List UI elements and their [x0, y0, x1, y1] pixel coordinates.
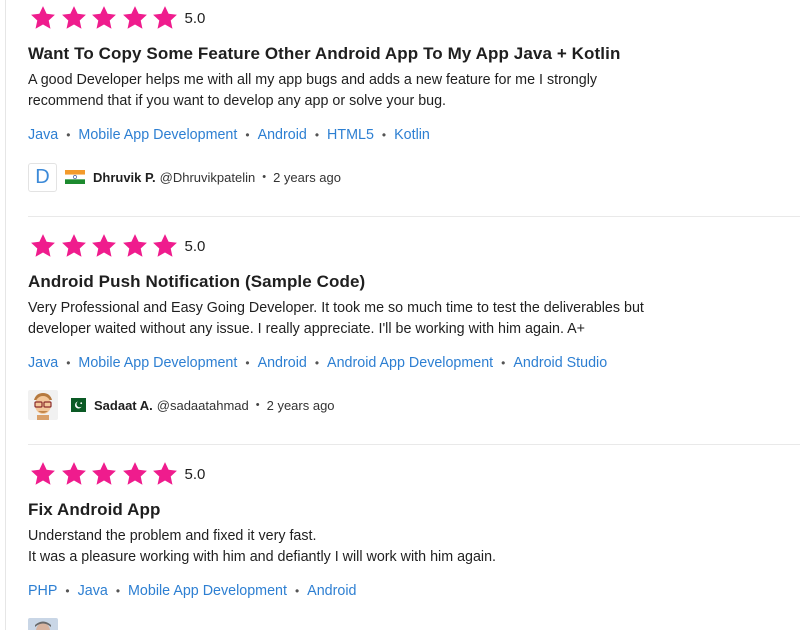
- star-icon: [120, 460, 150, 488]
- star-icon: [28, 232, 58, 260]
- rating-score: 5.0: [184, 465, 206, 483]
- skill-tag-link[interactable]: Java: [28, 355, 58, 371]
- star-icon: [28, 460, 58, 488]
- review-comment: A good Developer helps me with all my ap…: [28, 72, 598, 109]
- star-icon: [150, 4, 180, 32]
- review-comment-line: It was a pleasure working with him and d…: [28, 548, 497, 565]
- separator-dot: •: [314, 356, 320, 370]
- skill-tags: PHP • Java • Mobile App Development • Android: [28, 581, 800, 601]
- skill-tag-link[interactable]: Android: [258, 355, 307, 371]
- reviewer-handle[interactable]: @Dhruvikpatelin: [160, 170, 256, 185]
- skill-tag-link[interactable]: Android: [258, 127, 307, 143]
- star-rating: [28, 232, 181, 260]
- avatar[interactable]: D: [28, 162, 57, 192]
- separator-dot: •: [115, 584, 121, 598]
- star-icon: [89, 460, 119, 488]
- review-card-1: 5.0 Want To Copy Some Feature Other Andr…: [28, 3, 800, 192]
- separator-dot: •: [245, 128, 250, 142]
- separator-dot: •: [314, 128, 320, 142]
- star-icon: [59, 4, 89, 32]
- skill-tags: Java • Mobile App Development • Android • Andr…: [28, 353, 800, 373]
- skill-tag-link[interactable]: Android: [307, 583, 356, 599]
- star-icon: [28, 4, 58, 32]
- star-icon: [150, 460, 180, 488]
- star-icon: [89, 4, 119, 32]
- separator-dot: •: [66, 356, 71, 370]
- reviewer-handle[interactable]: @sadaatahmad: [157, 398, 249, 413]
- skill-tag-link[interactable]: Mobile App Development: [78, 355, 237, 371]
- review-card-3: 5.0 Fix Android App Understand the probl…: [28, 459, 800, 630]
- review-title: Fix Android App: [28, 500, 161, 519]
- photo-avatar-icon[interactable]: [28, 618, 58, 630]
- star-icon: [120, 232, 150, 260]
- skill-tag-link[interactable]: PHP: [28, 583, 57, 599]
- skill-tag-link[interactable]: Android App Development: [327, 355, 493, 371]
- review-comment: Understand the problem and fixed it very…: [28, 526, 668, 567]
- reviewer-name[interactable]: Sadaat A.: [94, 398, 153, 413]
- separator-dot: •: [262, 171, 267, 183]
- separator-dot: •: [65, 584, 70, 598]
- rating-score: 5.0: [184, 237, 206, 255]
- skill-tag-link[interactable]: Android Studio: [513, 355, 607, 371]
- reviewer-name[interactable]: Dhruvik P.: [93, 170, 156, 185]
- review-comment-line: Understand the problem and fixed it very…: [28, 528, 317, 544]
- review-card-2: 5.0 Android Push Notification (Sample Co…: [28, 231, 800, 420]
- skill-tags: Java • Mobile App Development • Android • HTML…: [28, 125, 800, 145]
- skill-tag-link[interactable]: Mobile App Development: [128, 583, 287, 599]
- separator-dot: •: [294, 584, 300, 598]
- rating-row: 5.0: [28, 231, 800, 261]
- star-icon: [59, 460, 89, 488]
- left-border: [5, 0, 6, 630]
- rating-row: 5.0: [28, 3, 800, 33]
- skill-tag-link[interactable]: Kotlin: [394, 127, 430, 143]
- reviewer-info: Sadaat A. @sadaatahmad • 2 years ago: [28, 390, 800, 420]
- star-rating: [28, 460, 181, 488]
- separator-dot: •: [501, 356, 506, 370]
- cartoon-avatar-icon[interactable]: [28, 390, 58, 420]
- separator-dot: •: [66, 128, 71, 142]
- reviewer-info: [28, 618, 800, 630]
- star-icon: [120, 4, 150, 32]
- review-title: Want To Copy Some Feature Other Android …: [28, 44, 621, 63]
- star-icon: [89, 232, 119, 260]
- reviewer-info: D Dhruvik P. @Dhruvikpatelin • 2 years a…: [28, 162, 800, 192]
- review-time: 2 years ago: [266, 397, 335, 413]
- skill-tag-link[interactable]: Mobile App Development: [78, 127, 237, 143]
- star-rating: [28, 4, 181, 32]
- skill-tag-link[interactable]: Java: [78, 583, 108, 599]
- star-icon: [150, 232, 180, 260]
- skill-tag-link[interactable]: HTML5: [327, 127, 374, 143]
- pakistan-flag-icon: [66, 398, 86, 412]
- separator-dot: •: [381, 128, 387, 142]
- separator-dot: •: [255, 399, 260, 411]
- review-title: Android Push Notification (Sample Code): [28, 272, 366, 291]
- separator-dot: •: [245, 356, 250, 370]
- review-comment: Very Professional and Easy Going Develop…: [28, 300, 644, 337]
- skill-tag-link[interactable]: Java: [28, 127, 58, 143]
- rating-row: 5.0: [28, 459, 800, 489]
- review-divider: [28, 444, 800, 445]
- review-time: 2 years ago: [273, 169, 341, 185]
- star-icon: [59, 232, 89, 260]
- review-divider: [28, 216, 800, 217]
- rating-score: 5.0: [184, 9, 206, 27]
- india-flag-icon: [65, 170, 85, 184]
- reviews-page: 5.0 Want To Copy Some Feature Other Andr…: [0, 0, 800, 630]
